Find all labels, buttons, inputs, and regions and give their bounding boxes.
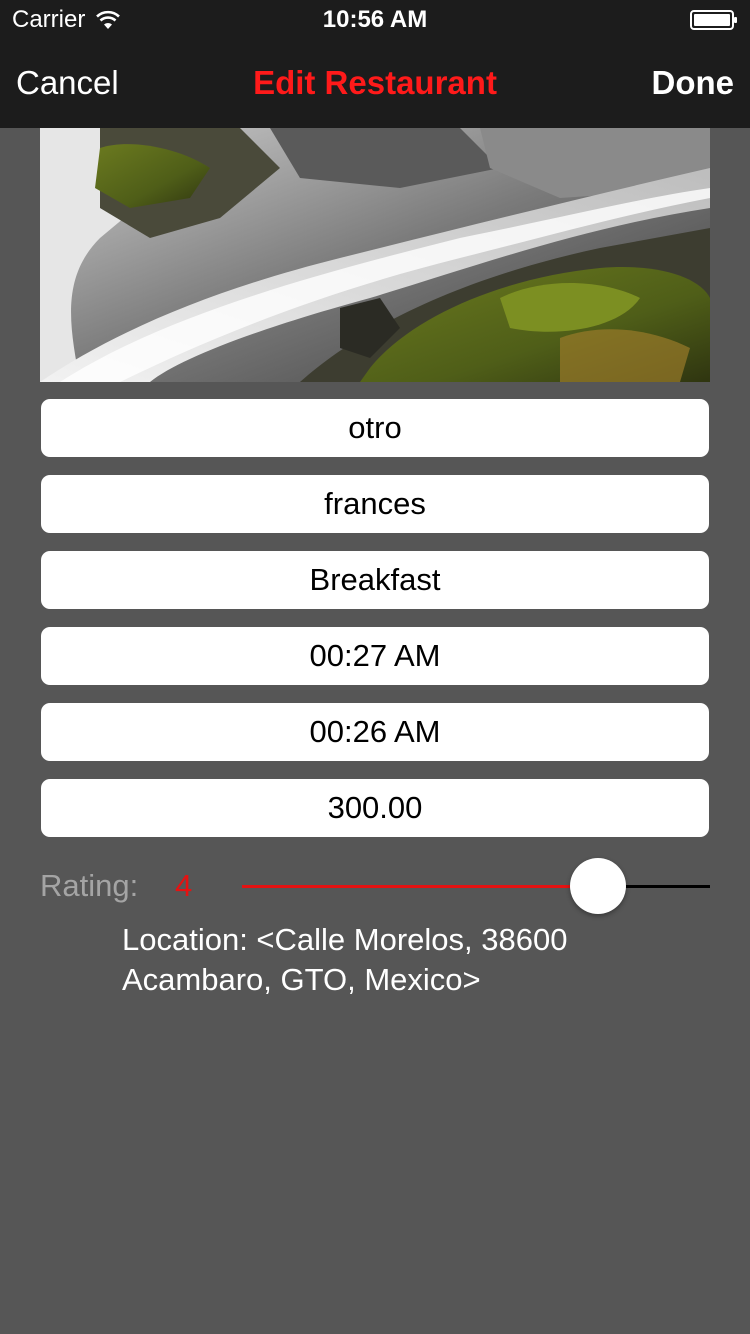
done-button[interactable]: Done [652,64,735,102]
rating-slider[interactable] [242,858,710,914]
open-time-field[interactable]: 00:27 AM [41,627,709,685]
meal-field[interactable]: Breakfast [41,551,709,609]
waterfall-photo-icon [40,128,710,382]
location-text: Location: <Calle Morelos, 38600 Acambaro… [122,922,568,997]
page-title: Edit Restaurant [253,64,497,101]
battery-icon [690,10,737,30]
price-field[interactable]: 300.00 [41,779,709,837]
name-field[interactable]: otro [41,399,709,457]
slider-thumb[interactable] [570,858,626,914]
slider-fill [242,885,598,888]
restaurant-photo[interactable] [40,128,710,382]
status-bar: Carrier 10:56 AM [0,0,750,40]
close-time-field[interactable]: 00:26 AM [41,703,709,761]
rating-value: 4 [175,868,193,903]
status-time: 10:56 AM [322,6,428,33]
type-field[interactable]: frances [41,475,709,533]
navigation-bar: Cancel Edit Restaurant Done [0,40,750,128]
rating-label: Rating: [40,868,139,903]
